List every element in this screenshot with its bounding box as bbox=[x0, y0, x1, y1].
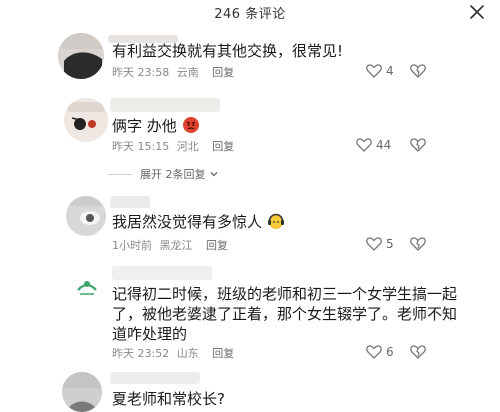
like-button[interactable]: 4 bbox=[366, 63, 394, 78]
comment-meta: 昨天 23:52 山东 回复 bbox=[112, 345, 238, 361]
avatar[interactable] bbox=[58, 33, 104, 79]
comment-location: 云南 bbox=[176, 66, 199, 79]
dislike-button[interactable] bbox=[410, 344, 426, 359]
comment-time: 昨天 15:15 bbox=[112, 140, 170, 153]
comment-meta: 昨天 15:15 河北 回复 bbox=[112, 138, 238, 154]
comment-location: 黑龙江 bbox=[159, 239, 193, 252]
like-button[interactable]: 5 bbox=[366, 236, 394, 251]
expand-replies-label: 展开 2条回复 bbox=[140, 168, 206, 181]
comment-text-line-3: 道咋处理的 bbox=[112, 325, 188, 343]
dislike-button[interactable] bbox=[410, 236, 426, 251]
comment-meta: 1小时前 黑龙江 回复 bbox=[112, 237, 232, 253]
reply-button[interactable]: 回复 bbox=[212, 140, 234, 153]
broken-heart-icon bbox=[410, 64, 426, 78]
avatar[interactable] bbox=[62, 372, 102, 412]
chevron-down-icon bbox=[210, 172, 217, 177]
dislike-button[interactable] bbox=[410, 137, 426, 152]
comment-text-line-1: 记得初二时候，班级的老师和初三一个女学生搞一起 bbox=[112, 285, 458, 303]
comment-text-content: 我居然没觉得有多惊人 bbox=[112, 213, 263, 231]
comment-text-content: 俩字 办他 bbox=[112, 117, 177, 135]
comment-text: 我居然没觉得有多惊人 bbox=[112, 212, 285, 235]
like-count: 5 bbox=[386, 236, 394, 251]
comment-location: 河北 bbox=[176, 140, 199, 153]
username-blurred bbox=[110, 98, 220, 112]
comment-text: 俩字 办他 bbox=[112, 116, 200, 139]
close-icon bbox=[470, 5, 484, 19]
comment-text-line-2: 了，被他老婆逮了正着，那个女生辍学了。老师不知 bbox=[112, 305, 458, 323]
heart-icon bbox=[366, 345, 382, 359]
comment-text: 夏老师和常校长? bbox=[112, 390, 225, 408]
comment-time: 昨天 23:58 bbox=[112, 66, 170, 79]
comment-meta: 昨天 23:58 云南 回复 bbox=[112, 64, 238, 80]
headphones-face-icon bbox=[267, 212, 285, 235]
broken-heart-icon bbox=[410, 138, 426, 152]
close-button[interactable] bbox=[468, 3, 486, 21]
username-blurred bbox=[110, 196, 150, 208]
reply-button[interactable]: 回复 bbox=[212, 66, 234, 79]
angry-face-icon bbox=[182, 116, 200, 139]
avatar[interactable] bbox=[64, 98, 108, 142]
like-count: 4 bbox=[386, 63, 394, 78]
comment-time: 1小时前 bbox=[112, 239, 152, 252]
divider-line bbox=[108, 173, 132, 175]
heart-icon bbox=[356, 138, 372, 152]
comment-count-title: 246 条评论 bbox=[214, 7, 286, 22]
comment-location: 山东 bbox=[176, 347, 199, 360]
comments-header: 246 条评论 bbox=[0, 0, 500, 26]
reply-button[interactable]: 回复 bbox=[206, 239, 228, 252]
comment-text: 有利益交换就有其他交换，很常见! bbox=[112, 42, 344, 60]
avatar[interactable] bbox=[66, 196, 106, 236]
comment-time: 昨天 23:52 bbox=[112, 347, 170, 360]
reply-button[interactable]: 回复 bbox=[212, 347, 234, 360]
like-button[interactable]: 6 bbox=[366, 344, 394, 359]
expand-replies-button[interactable]: 展开 2条回复 bbox=[108, 166, 219, 182]
like-count: 44 bbox=[376, 137, 392, 152]
username-blurred bbox=[110, 372, 200, 384]
heart-icon bbox=[366, 237, 382, 251]
avatar[interactable] bbox=[70, 268, 104, 302]
heart-icon bbox=[366, 64, 382, 78]
broken-heart-icon bbox=[410, 345, 426, 359]
like-count: 6 bbox=[386, 344, 394, 359]
username-blurred bbox=[112, 266, 212, 280]
dislike-button[interactable] bbox=[410, 63, 426, 78]
broken-heart-icon bbox=[410, 237, 426, 251]
like-button[interactable]: 44 bbox=[356, 137, 391, 152]
